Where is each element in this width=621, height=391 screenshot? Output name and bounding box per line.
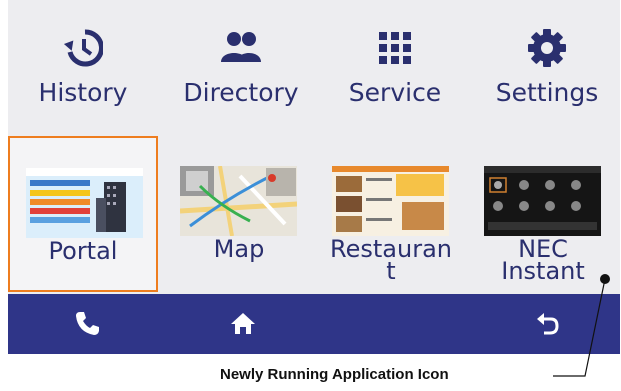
nav-history[interactable]: History bbox=[8, 0, 158, 128]
app-portal[interactable]: Portal bbox=[8, 136, 158, 292]
callout-label: Newly Running Application Icon bbox=[220, 366, 449, 383]
nav-history-label: History bbox=[38, 78, 128, 107]
map-thumbnail bbox=[180, 166, 297, 236]
app-restaurant-label: Restauran t bbox=[330, 235, 452, 285]
portal-thumbnail bbox=[26, 168, 143, 238]
grid-icon bbox=[379, 32, 411, 64]
app-portal-label: Portal bbox=[48, 237, 118, 265]
nav-settings[interactable]: Settings bbox=[474, 0, 620, 128]
bottom-bar bbox=[8, 294, 620, 354]
nec-instant-thumbnail bbox=[484, 166, 601, 236]
history-icon bbox=[63, 29, 103, 67]
device-screen: History Directory Service Settings Porta… bbox=[8, 0, 620, 354]
back-icon[interactable] bbox=[532, 308, 562, 338]
app-map-label: Map bbox=[213, 235, 265, 263]
people-icon bbox=[221, 32, 261, 62]
nav-settings-label: Settings bbox=[495, 78, 599, 107]
app-nec-instant-label: NEC Instant bbox=[501, 235, 585, 285]
app-restaurant[interactable]: Restauran t bbox=[316, 136, 466, 292]
app-nec-instant[interactable]: NEC Instant bbox=[468, 136, 618, 292]
app-map[interactable]: Map bbox=[164, 136, 314, 292]
app-list: Portal Map Restauran t NEC Instant bbox=[8, 132, 620, 294]
nav-directory-label: Directory bbox=[183, 78, 299, 107]
restaurant-thumbnail bbox=[332, 166, 449, 236]
phone-icon[interactable] bbox=[72, 308, 102, 338]
home-icon[interactable] bbox=[228, 308, 258, 338]
nav-directory[interactable]: Directory bbox=[166, 0, 316, 128]
nav-service-label: Service bbox=[348, 78, 442, 107]
top-navigation: History Directory Service Settings bbox=[8, 0, 620, 128]
nav-service[interactable]: Service bbox=[320, 0, 470, 128]
gear-icon bbox=[528, 29, 566, 67]
